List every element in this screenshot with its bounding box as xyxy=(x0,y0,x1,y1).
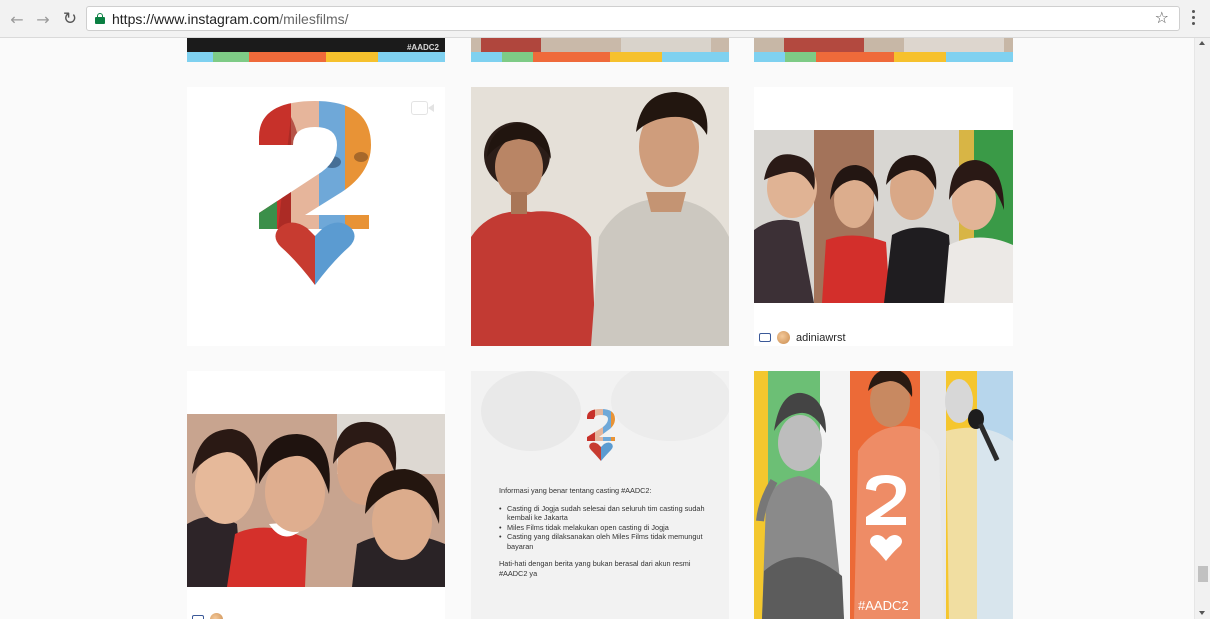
credit-username: adiniawrst xyxy=(796,331,846,344)
couple-photo xyxy=(471,87,729,346)
post-tile-1[interactable]: #AADC2 xyxy=(187,38,445,62)
post-hashtag: #AADC2 xyxy=(406,43,439,52)
browser-toolbar: ← → ↻ https://www.instagram.com/milesfil… xyxy=(0,0,1210,38)
arrow-right-icon[interactable]: → xyxy=(33,9,53,29)
scroll-thumb[interactable] xyxy=(1198,566,1208,582)
post-tile-2[interactable] xyxy=(471,38,729,62)
casting-bullet-list: Casting di Jogja sudah selesai dan selur… xyxy=(499,504,719,552)
scroll-down-icon[interactable] xyxy=(1199,611,1205,615)
avatar xyxy=(777,331,790,344)
avatar xyxy=(210,613,223,619)
poster-collage xyxy=(754,371,1013,619)
color-stripe xyxy=(754,52,1013,62)
video-icon xyxy=(411,99,435,117)
address-bar[interactable]: https://www.instagram.com/milesfilms/ ☆ xyxy=(86,6,1180,31)
scroll-up-icon[interactable] xyxy=(1199,41,1205,45)
post-tile-selfie-photo[interactable] xyxy=(187,371,445,619)
lock-icon xyxy=(95,13,105,24)
post-tile-poster-collage[interactable]: #AADC2 xyxy=(754,371,1013,619)
repost-credit-partial[interactable] xyxy=(192,613,223,619)
post-tile-couple-photo[interactable] xyxy=(471,87,729,346)
bookmark-star-icon[interactable]: ☆ xyxy=(1155,8,1169,27)
reload-icon[interactable]: ↻ xyxy=(60,9,80,29)
post-tile-casting-info[interactable]: Informasi yang benar tentang casting #AA… xyxy=(471,371,729,619)
color-stripe xyxy=(471,52,729,62)
more-vertical-icon[interactable] xyxy=(1188,10,1198,28)
post-tile-3[interactable] xyxy=(754,38,1013,62)
casting-bullet: Casting di Jogja sudah selesai dan selur… xyxy=(499,504,719,523)
url-text[interactable]: https://www.instagram.com/milesfilms/ xyxy=(112,11,349,27)
poster-hashtag: #AADC2 xyxy=(858,598,909,613)
vertical-scrollbar[interactable] xyxy=(1194,38,1210,619)
casting-warning: Hati-hati dengan berita yang bukan beras… xyxy=(499,559,691,578)
casting-info-text: Informasi yang benar tentang casting #AA… xyxy=(499,486,719,586)
aadc2-logo xyxy=(259,101,371,285)
casting-bullet: Casting yang dilaksanakan oleh Miles Fil… xyxy=(499,532,719,551)
repost-icon xyxy=(759,333,771,342)
group-photo xyxy=(754,130,1013,303)
color-stripe xyxy=(187,52,445,62)
selfie-photo xyxy=(187,414,445,587)
post-tile-group-photo[interactable]: adiniawrst xyxy=(754,87,1013,346)
post-tile-aadc2-logo[interactable] xyxy=(187,87,445,346)
repost-icon xyxy=(192,615,204,619)
arrow-left-icon[interactable]: ← xyxy=(7,9,27,29)
casting-intro: Informasi yang benar tentang casting #AA… xyxy=(499,486,652,495)
repost-credit[interactable]: adiniawrst xyxy=(759,331,846,344)
casting-bullet: Miles Films tidak melakukan open casting… xyxy=(499,523,719,533)
aadc2-small-logo xyxy=(587,409,615,461)
